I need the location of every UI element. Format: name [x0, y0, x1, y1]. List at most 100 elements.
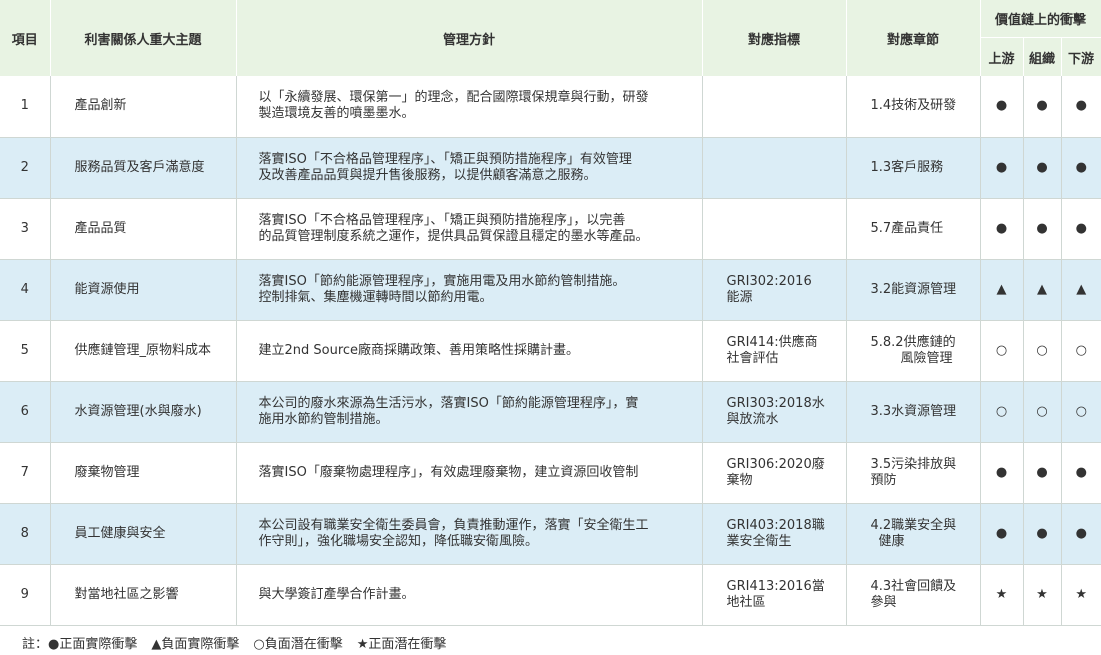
- indicator-cell: GRI302:2016 能源: [702, 259, 847, 321]
- header-policy: 管理方針: [236, 0, 703, 76]
- header-chapter: 對應章節: [846, 0, 981, 76]
- item-no-cell: 5: [0, 320, 51, 382]
- chapter-cell-line: 風險管理: [900, 350, 953, 366]
- indicator-cell: [702, 76, 847, 138]
- chapter-cell: 3.5污染排放與 預防: [846, 442, 981, 504]
- organization-impact-symbol: ○: [1023, 381, 1062, 443]
- topic-cell: 對當地社區之影響: [50, 564, 237, 626]
- chapter-cell-line: 4.3社會回饋及: [870, 578, 957, 594]
- legend-negative-potential: ○負面潛在衝擊: [253, 637, 343, 652]
- table-row: 1 產品創新 以「永續發展、環保第一」的理念，配合國際環保規章與行動，研發 製造環境友…: [0, 76, 1101, 138]
- indicator-cell: GRI414:供應商 社會評估: [702, 320, 847, 382]
- policy-cell: 落實ISO「廢棄物處理程序」，有效處理廢棄物，建立資源回收管制: [236, 442, 703, 504]
- policy-cell-line: 建立2nd Source廠商採購政策、善用策略性採購計畫。: [258, 342, 580, 358]
- header-organization: 組織: [1023, 37, 1062, 76]
- header-value-chain: 價值鏈上的衝擊: [980, 0, 1101, 38]
- indicator-cell-line: GRI302:2016: [726, 273, 812, 289]
- item-no-cell: 9: [0, 564, 51, 626]
- chapter-cell-line: 1.3客戶服務: [870, 159, 944, 175]
- legend-positive-actual: ●正面實際衝擊: [48, 637, 138, 652]
- topic-cell: 員工健康與安全: [50, 503, 237, 565]
- policy-cell: 落實ISO「不合格品管理程序」、「矯正與預防措施程序」，以完善 的品質管理制度系統…: [236, 198, 703, 260]
- policy-cell: 落實ISO「不合格品管理程序」、「矯正與預防措施程序」有效管理 及改善產品品質與提…: [236, 137, 703, 199]
- indicator-cell: [702, 137, 847, 199]
- chapter-cell-line: 4.2職業安全與: [870, 517, 957, 533]
- indicator-cell: GRI413:2016當 地社區: [702, 564, 847, 626]
- chapter-cell: 5.8.2供應鏈的 風險管理: [846, 320, 981, 382]
- table-row: 8 員工健康與安全 本公司設有職業安全衛生委員會，負責推動運作，落實「安全衛生工 作守…: [0, 503, 1101, 565]
- item-no-cell: 1: [0, 76, 51, 138]
- chapter-cell-line: 3.5污染排放與: [870, 456, 957, 472]
- header-indicator: 對應指標: [702, 0, 847, 76]
- downstream-impact-symbol: ★: [1061, 564, 1101, 626]
- table-row: 9 對當地社區之影響 與大學簽訂產學合作計畫。 GRI413:2016當 地社區 4.3社…: [0, 564, 1101, 626]
- indicator-cell-line: GRI306:2020廢: [726, 456, 825, 472]
- table-row: 7 廢棄物管理 落實ISO「廢棄物處理程序」，有效處理廢棄物，建立資源回收管制 GRI…: [0, 442, 1101, 504]
- organization-impact-symbol: ▲: [1023, 259, 1062, 321]
- policy-cell-line: 本公司設有職業安全衛生委員會，負責推動運作，落實「安全衛生工: [258, 517, 649, 533]
- chapter-cell-line: 1.4技術及研發: [870, 98, 957, 114]
- downstream-impact-symbol: ●: [1061, 503, 1101, 565]
- organization-impact-symbol: ●: [1023, 503, 1062, 565]
- downstream-impact-symbol: ●: [1061, 198, 1101, 260]
- policy-cell: 本公司設有職業安全衛生委員會，負責推動運作，落實「安全衛生工 作守則」，強化職場安…: [236, 503, 703, 565]
- footnote-legend: 註：●正面實際衝擊 ▲負面實際衝擊 ○負面潛在衝擊 ★正面潛在衝擊: [22, 633, 460, 652]
- upstream-impact-symbol: ●: [980, 137, 1024, 199]
- policy-cell: 以「永續發展、環保第一」的理念，配合國際環保規章與行動，研發 製造環境友善的噴墨墨…: [236, 76, 703, 138]
- table-body: 1 產品創新 以「永續發展、環保第一」的理念，配合國際環保規章與行動，研發 製造環境友…: [0, 76, 1101, 626]
- policy-cell: 建立2nd Source廠商採購政策、善用策略性採購計畫。: [236, 320, 703, 382]
- chapter-cell-line: 5.7產品責任: [870, 220, 944, 236]
- indicator-cell-line: 能源: [726, 289, 753, 305]
- downstream-impact-symbol: ●: [1061, 137, 1101, 199]
- upstream-impact-symbol: ○: [980, 381, 1024, 443]
- item-no-cell: 6: [0, 381, 51, 443]
- chapter-cell: 5.7產品責任: [846, 198, 981, 260]
- policy-cell-line: 本公司的廢水來源為生活污水，落實ISO「節約能源管理程序」，實: [258, 395, 639, 411]
- material-topics-table: 項目 利害關係人重大主題 管理方針 對應指標 對應章節 價值鏈上的衝擊 上游 組…: [0, 0, 1101, 626]
- upstream-impact-symbol: ○: [980, 320, 1024, 382]
- upstream-impact-symbol: ●: [980, 198, 1024, 260]
- organization-impact-symbol: ●: [1023, 198, 1062, 260]
- chapter-cell: 1.3客戶服務: [846, 137, 981, 199]
- indicator-cell: GRI306:2020廢 棄物: [702, 442, 847, 504]
- footnote-lead: 註：: [22, 637, 49, 652]
- upstream-impact-symbol: ●: [980, 76, 1024, 138]
- indicator-cell: GRI403:2018職 業安全衛生: [702, 503, 847, 565]
- downstream-impact-symbol: ○: [1061, 381, 1101, 443]
- legend-positive-potential: ★正面潛在衝擊: [356, 637, 447, 652]
- table-row: 3 產品品質 落實ISO「不合格品管理程序」、「矯正與預防措施程序」，以完善 的品質管…: [0, 198, 1101, 260]
- item-no-cell: 8: [0, 503, 51, 565]
- indicator-cell-line: 社會評估: [726, 350, 779, 366]
- topic-cell: 供應鏈管理_原物料成本: [50, 320, 237, 382]
- chapter-cell: 1.4技術及研發: [846, 76, 981, 138]
- table-row: 6 水資源管理(水與廢水) 本公司的廢水來源為生活污水，落實ISO「節約能源管理程序…: [0, 381, 1101, 443]
- chapter-cell-line: 健康: [878, 533, 905, 549]
- topic-cell: 產品創新: [50, 76, 237, 138]
- chapter-cell-line: 5.8.2供應鏈的: [870, 334, 956, 350]
- downstream-impact-symbol: ●: [1061, 76, 1101, 138]
- indicator-cell-line: GRI403:2018職: [726, 517, 825, 533]
- policy-cell-line: 落實ISO「節約能源管理程序」，實施用電及用水節約管制措施。: [258, 273, 626, 289]
- upstream-impact-symbol: ●: [980, 503, 1024, 565]
- policy-cell-line: 施用水節約管制措施。: [258, 411, 389, 427]
- organization-impact-symbol: ●: [1023, 442, 1062, 504]
- indicator-cell-line: 地社區: [726, 594, 766, 610]
- chapter-cell: 4.2職業安全與 健康: [846, 503, 981, 565]
- organization-impact-symbol: ●: [1023, 76, 1062, 138]
- item-no-cell: 3: [0, 198, 51, 260]
- policy-cell-line: 及改善產品品質與提升售後服務，以提供顧客滿意之服務。: [258, 167, 597, 183]
- chapter-cell-line: 參與: [870, 594, 897, 610]
- indicator-cell-line: GRI414:供應商: [726, 334, 818, 350]
- indicator-cell-line: 與放流水: [726, 411, 779, 427]
- policy-cell-line: 以「永續發展、環保第一」的理念，配合國際環保規章與行動，研發: [258, 90, 649, 106]
- indicator-cell-line: 業安全衛生: [726, 533, 792, 549]
- header-topic: 利害關係人重大主題: [50, 0, 237, 76]
- item-no-cell: 7: [0, 442, 51, 504]
- policy-cell-line: 落實ISO「不合格品管理程序」、「矯正與預防措施程序」有效管理: [258, 151, 632, 167]
- chapter-cell: 3.3水資源管理: [846, 381, 981, 443]
- item-no-cell: 4: [0, 259, 51, 321]
- header-downstream: 下游: [1061, 37, 1101, 76]
- table-row: 2 服務品質及客戶滿意度 落實ISO「不合格品管理程序」、「矯正與預防措施程序」有效…: [0, 137, 1101, 199]
- chapter-cell-line: 3.3水資源管理: [870, 403, 957, 419]
- chapter-cell: 4.3社會回饋及 參與: [846, 564, 981, 626]
